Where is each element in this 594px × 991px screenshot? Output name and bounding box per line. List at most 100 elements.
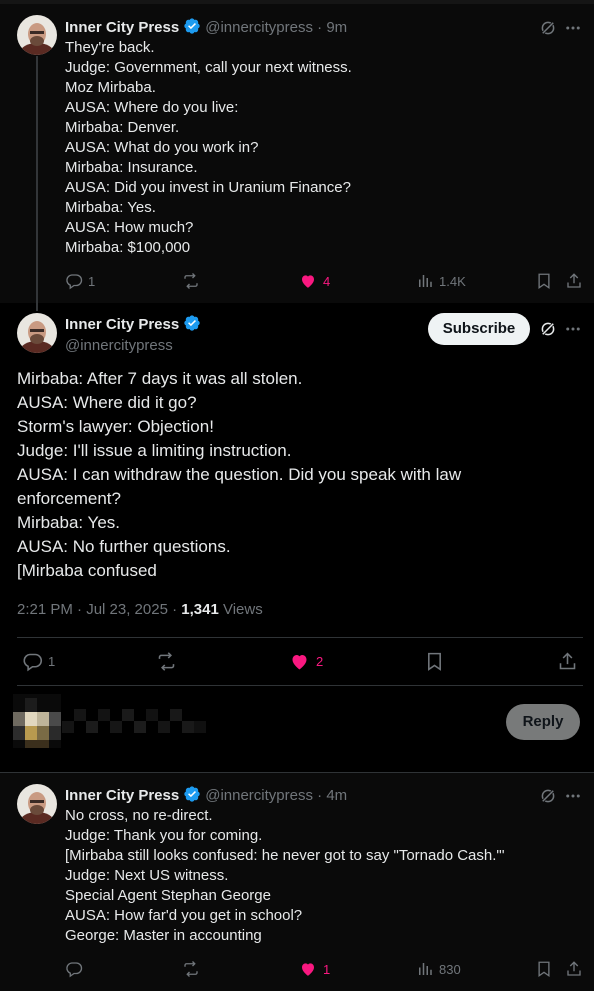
tweet-line: AUSA: How much? <box>65 219 194 236</box>
share-icon[interactable] <box>565 272 583 290</box>
verified-badge-icon <box>183 17 201 35</box>
bookmark-icon[interactable] <box>535 272 553 290</box>
tweet-time[interactable]: 9m <box>326 19 347 36</box>
avatar[interactable] <box>17 313 57 353</box>
like-action[interactable]: 2 <box>289 651 323 672</box>
heart-filled-icon <box>299 960 317 978</box>
like-count: 4 <box>323 273 331 289</box>
analytics-icon <box>416 960 434 978</box>
verified-badge-icon <box>183 314 201 332</box>
author-handle[interactable]: @innercitypress <box>205 787 313 804</box>
reply-placeholder-pixelated[interactable] <box>62 707 206 735</box>
tweet-metadata: 2:21 PM · Jul 23, 2025 · 1,341 Views <box>17 601 263 618</box>
thread-line <box>36 303 38 311</box>
tweet-line: AUSA: Did you invest in Uranium Finance? <box>65 179 351 196</box>
tweet-line: Judge: Thank you for coming. <box>65 827 263 844</box>
tweet-header: Inner City Press @innercitypress · 9m <box>65 17 347 37</box>
author-handle[interactable]: @innercitypress <box>65 337 205 354</box>
bookmark-icon[interactable] <box>535 960 553 978</box>
like-action[interactable]: 4 <box>299 272 330 290</box>
tweet-3[interactable]: Inner City Press @innercitypress · 4m No … <box>0 772 594 991</box>
divider <box>17 637 583 638</box>
tweet-line: [Mirbaba confused <box>17 561 157 580</box>
more-icon[interactable] <box>564 787 582 805</box>
subscribe-button[interactable]: Subscribe <box>428 313 530 345</box>
reply-count: 1 <box>48 654 56 669</box>
repost-action[interactable] <box>155 651 178 672</box>
more-icon[interactable] <box>564 19 582 37</box>
reply-count: 1 <box>88 273 96 289</box>
avatar-image <box>17 313 57 353</box>
views-label: Views <box>218 601 263 618</box>
tweet-line: Mirbaba: Denver. <box>65 119 180 136</box>
author-name[interactable]: Inner City Press <box>65 19 179 36</box>
reply-action[interactable]: 1 <box>65 272 95 290</box>
tweet-line: enforcement? <box>17 489 121 508</box>
tweet-line: Mirbaba: Insurance. <box>65 159 198 176</box>
tweet-2-focused[interactable]: Inner City Press @innercitypress Subscri… <box>0 303 594 688</box>
tweet-line: Storm's lawyer: Objection! <box>17 417 214 436</box>
tweet-header: Inner City Press @innercitypress · 4m <box>65 785 347 805</box>
tweet-line: George: Master in accounting <box>65 927 262 944</box>
reply-action[interactable] <box>65 960 83 978</box>
more-icon[interactable] <box>564 320 582 338</box>
like-count: 1 <box>323 961 331 977</box>
grok-icon[interactable] <box>539 320 557 338</box>
share-icon[interactable] <box>565 960 583 978</box>
avatar[interactable] <box>17 784 57 824</box>
tweet-text: Mirbaba: After 7 days it was all stolen.… <box>17 367 461 583</box>
tweet-line: No cross, no re-direct. <box>65 807 213 824</box>
tweet-line: They're back. <box>65 39 155 56</box>
like-action[interactable]: 1 <box>299 960 330 978</box>
repost-icon <box>181 960 201 978</box>
reply-icon <box>65 960 83 978</box>
author-block: Inner City Press @innercitypress <box>65 314 205 354</box>
heart-filled-icon <box>289 651 310 672</box>
views-action[interactable]: 830 <box>416 960 461 978</box>
thread-line <box>36 56 38 303</box>
tweet-1[interactable]: Inner City Press @innercitypress · 9m The… <box>0 0 594 303</box>
tweet-line: Mirbaba: After 7 days it was all stolen. <box>17 369 303 388</box>
timestamp[interactable]: 2:21 PM · Jul 23, 2025 · <box>17 601 181 618</box>
author-name[interactable]: Inner City Press <box>65 787 179 804</box>
tweet-line: Judge: Next US witness. <box>65 867 229 884</box>
grok-icon[interactable] <box>539 19 557 37</box>
reply-icon <box>65 272 83 290</box>
verified-badge-icon <box>183 785 201 803</box>
avatar-image <box>17 15 57 55</box>
tweet-line: Mirbaba: Yes. <box>17 513 121 532</box>
bookmark-icon[interactable] <box>424 651 445 672</box>
repost-icon <box>155 651 178 672</box>
author-name[interactable]: Inner City Press <box>65 316 179 333</box>
views-action[interactable]: 1.4K <box>416 272 466 290</box>
tweet-line: Judge: Government, call your next witnes… <box>65 59 352 76</box>
divider <box>17 685 583 686</box>
tweet-line: AUSA: Where did it go? <box>17 393 197 412</box>
tweet-line: AUSA: No further questions. <box>17 537 231 556</box>
repost-action[interactable] <box>181 960 201 978</box>
separator-dot: · <box>312 787 327 804</box>
reply-icon <box>22 651 43 672</box>
user-avatar-pixelated[interactable] <box>13 694 61 748</box>
grok-icon[interactable] <box>539 787 557 805</box>
repost-icon <box>181 272 201 290</box>
analytics-icon <box>416 272 434 290</box>
share-icon[interactable] <box>557 651 578 672</box>
reply-composer[interactable]: Reply <box>0 688 594 772</box>
tweet-line: AUSA: What do you work in? <box>65 139 259 156</box>
tweet-line: [Mirbaba still looks confused: he never … <box>65 847 505 864</box>
author-handle[interactable]: @innercitypress <box>205 19 313 36</box>
reply-button[interactable]: Reply <box>506 704 580 740</box>
reply-action[interactable]: 1 <box>22 651 55 672</box>
views-count: 1.4K <box>439 273 466 289</box>
repost-action[interactable] <box>181 272 201 290</box>
views-count: 830 <box>439 961 461 977</box>
tweet-text: They're back. Judge: Government, call yo… <box>65 38 352 258</box>
tweet-line: Moz Mirbaba. <box>65 79 156 96</box>
tweet-line: AUSA: How far'd you get in school? <box>65 907 303 924</box>
separator-dot: · <box>312 19 327 36</box>
avatar[interactable] <box>17 15 57 55</box>
tweet-time[interactable]: 4m <box>326 787 347 804</box>
tweet-text: No cross, no re-direct. Judge: Thank you… <box>65 806 505 946</box>
tweet-line: Judge: I'll issue a limiting instruction… <box>17 441 292 460</box>
